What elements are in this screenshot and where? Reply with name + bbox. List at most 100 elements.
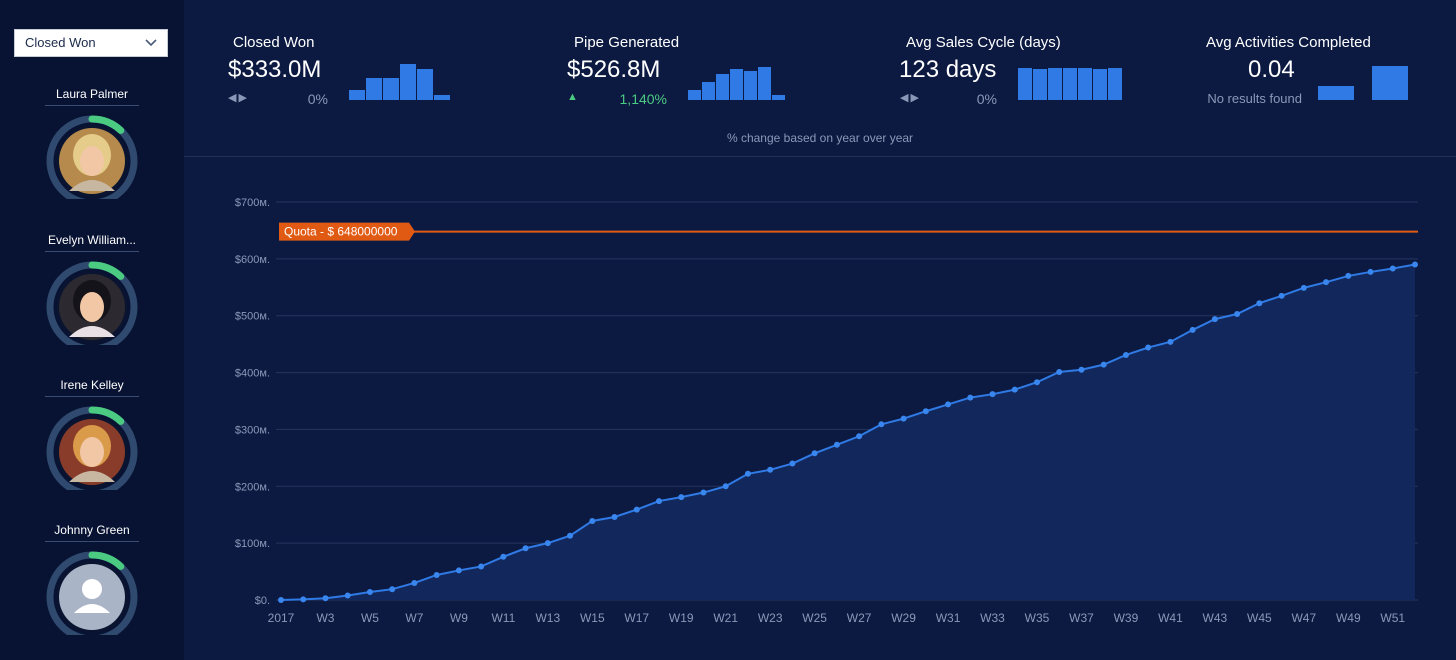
y-tick-label: $600м. bbox=[235, 254, 270, 266]
data-point bbox=[1100, 361, 1107, 368]
data-point bbox=[1412, 261, 1418, 268]
kpi-value: 0.04 bbox=[1248, 56, 1295, 83]
data-point bbox=[589, 517, 596, 524]
y-tick-label: $500м. bbox=[235, 311, 270, 323]
x-tick-label: W39 bbox=[1114, 611, 1139, 625]
y-tick-label: $200м. bbox=[235, 481, 270, 493]
data-point bbox=[1167, 338, 1174, 345]
spark-bar bbox=[1372, 66, 1408, 100]
data-point bbox=[1278, 292, 1285, 299]
kpi-title: Avg Activities Completed bbox=[1206, 34, 1371, 51]
data-point bbox=[922, 408, 929, 415]
data-point bbox=[1189, 326, 1196, 333]
series-area bbox=[281, 264, 1415, 600]
data-point bbox=[1122, 351, 1129, 358]
data-point bbox=[1211, 316, 1218, 323]
data-point bbox=[1256, 300, 1263, 307]
x-tick-label: W17 bbox=[624, 611, 649, 625]
x-tick-label: W9 bbox=[450, 611, 468, 625]
data-point bbox=[455, 567, 462, 574]
data-point bbox=[833, 441, 840, 448]
cumulative-closed-won-chart: $0. $100м. $200м. $300м. $400м. $500м. $600м. $… bbox=[235, 197, 1418, 625]
data-point bbox=[1367, 268, 1374, 275]
data-point bbox=[1056, 369, 1063, 376]
data-point bbox=[967, 394, 974, 401]
spark-bar bbox=[1318, 86, 1354, 100]
x-tick-label: W7 bbox=[405, 611, 423, 625]
data-point bbox=[1323, 279, 1330, 286]
y-tick-label: $0. bbox=[255, 595, 270, 607]
data-point bbox=[1300, 284, 1307, 291]
data-point bbox=[878, 421, 885, 428]
quota-progress-ring bbox=[46, 261, 138, 345]
data-point bbox=[544, 540, 551, 547]
data-point bbox=[344, 592, 351, 599]
data-point bbox=[767, 466, 774, 473]
y-tick-label: $700м. bbox=[235, 197, 270, 209]
data-point bbox=[722, 483, 729, 490]
x-tick-label: W13 bbox=[535, 611, 560, 625]
data-point bbox=[1345, 272, 1352, 279]
data-point bbox=[989, 391, 996, 398]
x-tick-label: W51 bbox=[1380, 611, 1405, 625]
data-point bbox=[656, 498, 662, 505]
main-panel: Closed Won $333.0M 0% ◀▶ Pipe Generated $526.… bbox=[184, 0, 1456, 660]
x-tick-label: W11 bbox=[491, 611, 515, 625]
x-tick-label: W23 bbox=[758, 611, 783, 625]
data-point bbox=[478, 563, 485, 570]
data-point bbox=[300, 596, 307, 603]
chevron-down-icon bbox=[145, 30, 157, 65]
x-tick-label: W47 bbox=[1291, 611, 1316, 625]
x-tick-label: W37 bbox=[1069, 611, 1094, 625]
rep-name: Johnny Green bbox=[45, 522, 139, 542]
data-point bbox=[1011, 386, 1018, 393]
data-point bbox=[611, 513, 618, 520]
data-point bbox=[1389, 265, 1396, 272]
data-point bbox=[1145, 344, 1152, 351]
avatar bbox=[59, 128, 125, 194]
x-tick-label: W49 bbox=[1336, 611, 1361, 625]
data-point bbox=[322, 595, 329, 602]
x-tick-label: W5 bbox=[361, 611, 379, 625]
avatar bbox=[59, 564, 125, 630]
x-tick-label: W31 bbox=[936, 611, 961, 625]
data-point bbox=[366, 589, 373, 596]
x-tick-label: W41 bbox=[1158, 611, 1183, 625]
data-point bbox=[389, 586, 396, 593]
x-tick-label: 2017 bbox=[268, 611, 295, 625]
kpi-tile[interactable]: Avg Activities Completed 0.04 No results f… bbox=[184, 0, 1456, 120]
x-tick-label: W3 bbox=[316, 611, 334, 625]
x-tick-label: W43 bbox=[1203, 611, 1228, 625]
data-point bbox=[500, 553, 507, 560]
data-point bbox=[633, 506, 640, 513]
x-tick-label: W15 bbox=[580, 611, 605, 625]
stage-filter-dropdown[interactable]: Closed Won bbox=[14, 29, 168, 57]
data-point bbox=[900, 415, 907, 422]
x-tick-label: W21 bbox=[713, 611, 738, 625]
sidebar: Closed Won Laura Palmer Evelyn William...… bbox=[0, 0, 184, 660]
quota-progress-ring bbox=[46, 115, 138, 199]
data-point bbox=[678, 494, 685, 501]
data-point bbox=[433, 571, 440, 578]
data-point bbox=[856, 433, 863, 440]
x-tick-label: W27 bbox=[847, 611, 872, 625]
x-tick-label: W35 bbox=[1025, 611, 1050, 625]
y-tick-label: $400м. bbox=[235, 368, 270, 380]
divider bbox=[184, 156, 1456, 157]
y-tick-label: $100м. bbox=[235, 538, 270, 550]
quota-progress-ring bbox=[46, 551, 138, 635]
data-point bbox=[1034, 379, 1040, 386]
data-point bbox=[789, 460, 796, 467]
data-point bbox=[411, 579, 418, 586]
avatar bbox=[59, 274, 125, 340]
data-point bbox=[567, 532, 574, 539]
data-point bbox=[945, 401, 952, 408]
data-point bbox=[278, 597, 284, 603]
quota-progress-ring bbox=[46, 406, 138, 490]
data-point bbox=[522, 545, 529, 552]
x-tick-label: W29 bbox=[891, 611, 916, 625]
avatar bbox=[59, 419, 125, 485]
rep-name: Laura Palmer bbox=[45, 86, 139, 106]
kpi-sparkline bbox=[1318, 66, 1408, 100]
x-tick-label: W19 bbox=[669, 611, 694, 625]
